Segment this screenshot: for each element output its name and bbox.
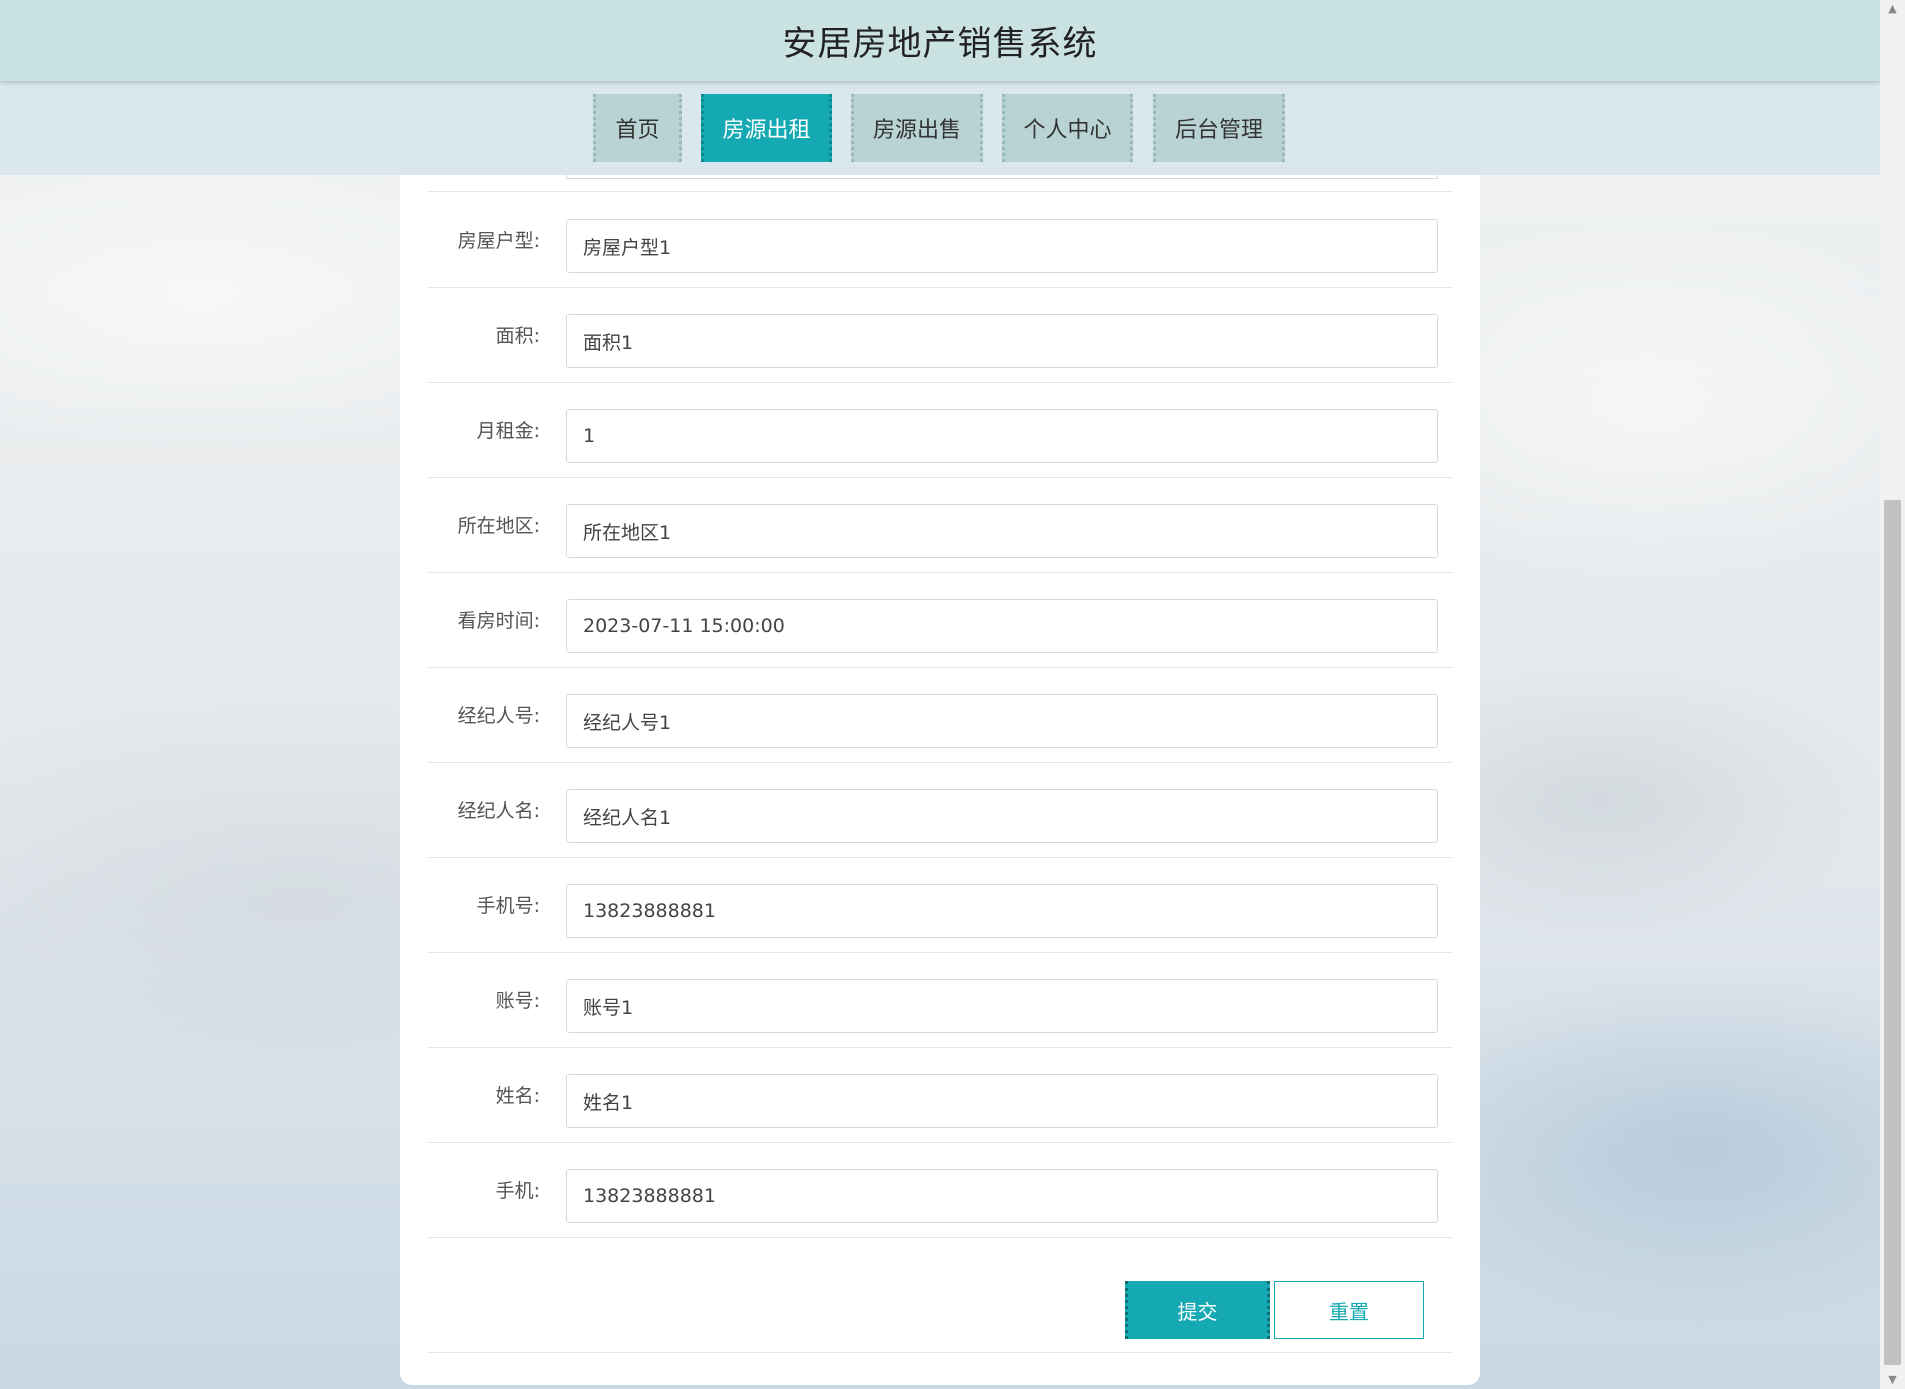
monthly-rent-input[interactable]	[566, 409, 1438, 463]
scrollbar-thumb[interactable]	[1884, 500, 1901, 1365]
label-house-type: 房屋户型:	[457, 230, 540, 252]
form-row-name: 姓名:	[428, 1047, 1453, 1143]
form-row-region: 所在地区:	[428, 477, 1453, 573]
form-row-house-type: 房屋户型:	[428, 192, 1453, 288]
label-account: 账号:	[495, 990, 540, 1012]
name-input[interactable]	[566, 1074, 1438, 1128]
form-row-agent-id: 经纪人号:	[428, 667, 1453, 763]
top-nav: 首页 房源出租 房源出售 个人中心 后台管理	[0, 81, 1880, 175]
app-title: 安居房地产销售系统	[782, 24, 1098, 64]
viewing-time-input[interactable]	[566, 599, 1438, 653]
form-row-agent-name: 经纪人名:	[428, 762, 1453, 858]
submit-button[interactable]: 提交	[1125, 1281, 1270, 1339]
agent-name-input[interactable]	[566, 789, 1438, 843]
label-viewing-time: 看房时间:	[457, 610, 540, 632]
app-header: 安居房地产销售系统	[0, 0, 1880, 81]
form-row-monthly-rent: 月租金:	[428, 382, 1453, 478]
nav-item-sale[interactable]: 房源出售	[851, 94, 983, 162]
agent-phone-input[interactable]	[566, 884, 1438, 938]
nav-item-home[interactable]: 首页	[593, 94, 682, 162]
reset-button[interactable]: 重置	[1274, 1281, 1424, 1339]
label-region: 所在地区:	[457, 515, 540, 537]
form-row-phone: 手机:	[428, 1142, 1453, 1238]
label-agent-phone: 手机号:	[476, 895, 540, 917]
scroll-up-arrow-icon[interactable]: ▲	[1880, 0, 1905, 18]
nav-item-admin[interactable]: 后台管理	[1153, 94, 1285, 162]
form-row-viewing-time: 看房时间:	[428, 572, 1453, 668]
scrollbar[interactable]: ▲ ▼	[1880, 0, 1905, 1389]
label-monthly-rent: 月租金:	[476, 420, 540, 442]
row-divider	[428, 191, 1453, 192]
label-agent-id: 经纪人号:	[457, 705, 540, 727]
region-input[interactable]	[566, 504, 1438, 558]
form-row-area: 面积:	[428, 287, 1453, 383]
form-row-agent-phone: 手机号:	[428, 857, 1453, 953]
label-agent-name: 经纪人名:	[457, 800, 540, 822]
label-area: 面积:	[495, 325, 540, 347]
nav-item-profile[interactable]: 个人中心	[1002, 94, 1133, 162]
label-phone: 手机:	[495, 1180, 540, 1202]
label-name: 姓名:	[495, 1085, 540, 1107]
form-actions: 提交 重置	[428, 1255, 1453, 1353]
form-card: 房屋户型: 面积: 月租金: 所在地区: 看房时间: 经纪人号: 经纪人名:	[400, 175, 1480, 1385]
phone-input[interactable]	[566, 1169, 1438, 1223]
form-row-account: 账号:	[428, 952, 1453, 1048]
house-type-input[interactable]	[566, 219, 1438, 273]
area-input[interactable]	[566, 314, 1438, 368]
scroll-down-arrow-icon[interactable]: ▼	[1880, 1371, 1905, 1389]
nav-item-rental[interactable]: 房源出租	[701, 94, 832, 162]
account-input[interactable]	[566, 979, 1438, 1033]
partial-field-above	[566, 175, 1438, 179]
agent-id-input[interactable]	[566, 694, 1438, 748]
